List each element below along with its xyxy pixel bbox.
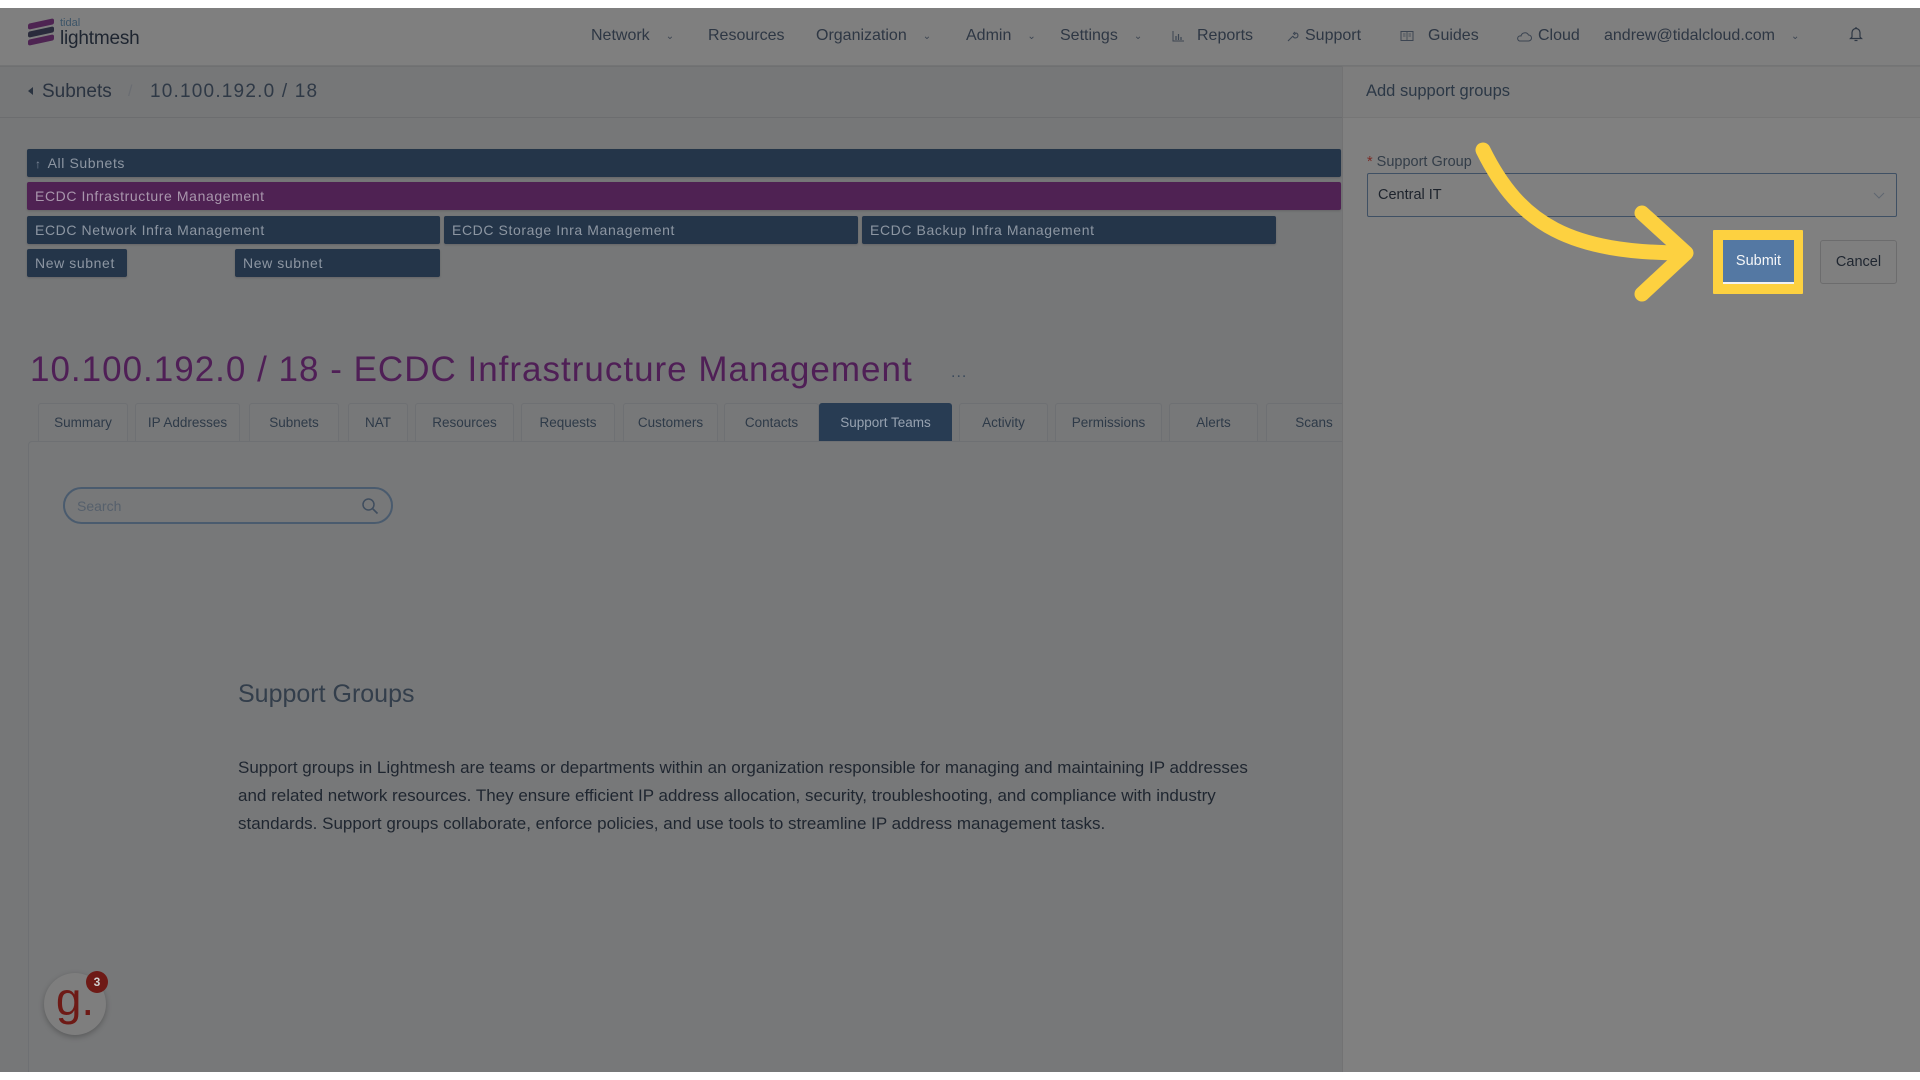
support-group-selected-value: Central IT	[1378, 187, 1442, 203]
breadcrumb: Subnets / 10.100.192.0 / 18	[0, 66, 1342, 118]
arrow-up-icon: ↑	[35, 157, 42, 171]
add-support-groups-drawer: Add support groups * Support Group Centra…	[1342, 66, 1920, 1072]
tab-support-teams[interactable]: Support Teams	[819, 403, 952, 441]
breadcrumb-separator: /	[128, 83, 133, 100]
user-menu[interactable]: andrew@tidalcloud.com ⌄	[1604, 27, 1799, 45]
nav-guides-label: Guides	[1428, 27, 1479, 44]
tab-alerts[interactable]: Alerts	[1169, 403, 1258, 441]
search-field[interactable]	[63, 487, 393, 524]
all-subnets-label: All Subnets	[47, 155, 126, 171]
nav-cloud-label: Cloud	[1538, 27, 1580, 44]
tab-ip-addresses[interactable]: IP Addresses	[135, 403, 240, 441]
nav-settings[interactable]: Settings ⌄	[1060, 27, 1142, 45]
nav-support[interactable]: Support	[1286, 27, 1361, 45]
lightmesh-logo[interactable]: tidal lightmesh	[28, 18, 140, 48]
cloud-icon	[1517, 31, 1532, 41]
logo-big-text: lightmesh	[60, 28, 140, 49]
page-title: 10.100.192.0 / 18 - ECDC Infrastructure …	[30, 350, 913, 389]
selected-subnet-bar[interactable]: ECDC Infrastructure Management	[27, 182, 1341, 210]
nav-guides[interactable]: Guides	[1400, 27, 1479, 45]
breadcrumb-subnets-link[interactable]: Subnets	[42, 81, 112, 103]
bell-icon[interactable]	[1848, 25, 1864, 43]
child-subnet-bar[interactable]: ECDC Storage Inra Management	[444, 216, 858, 244]
required-marker: *	[1367, 154, 1373, 170]
chevron-down-icon: ⌄	[665, 30, 675, 42]
app-window: tidal lightmesh Network ⌄ Resources Orga…	[0, 8, 1920, 1072]
chevron-down-icon: ⌄	[1133, 30, 1143, 42]
nav-reports-label: Reports	[1197, 27, 1254, 44]
breadcrumb-current: 10.100.192.0 / 18	[150, 81, 319, 102]
tab-requests[interactable]: Requests	[521, 403, 615, 441]
wrench-icon	[1287, 31, 1299, 41]
top-nav-bar: tidal lightmesh Network ⌄ Resources Orga…	[0, 8, 1920, 66]
tab-customers[interactable]: Customers	[623, 403, 718, 441]
support-group-label: * Support Group	[1367, 154, 1472, 170]
submit-button[interactable]: Submit	[1723, 240, 1794, 284]
search-icon[interactable]	[361, 497, 379, 515]
drawer-header: Add support groups	[1343, 66, 1920, 118]
drawer-title: Add support groups	[1366, 82, 1511, 100]
main-content: ↑ All Subnets ECDC Infrastructure Managem…	[0, 118, 1362, 1072]
user-email: andrew@tidalcloud.com	[1604, 27, 1775, 44]
tab-subnets[interactable]: Subnets	[249, 403, 339, 441]
chevron-down-icon: ⌄	[1027, 30, 1036, 42]
nav-network-label: Network	[591, 27, 650, 44]
nav-network[interactable]: Network ⌄	[591, 27, 674, 45]
nav-support-label: Support	[1305, 27, 1362, 44]
nav-organization[interactable]: Organization ⌄	[816, 27, 931, 45]
tab-nat[interactable]: NAT	[348, 403, 408, 441]
tab-permissions[interactable]: Permissions	[1055, 403, 1162, 441]
cancel-button[interactable]: Cancel	[1820, 240, 1897, 284]
chevron-down-icon	[1873, 192, 1885, 199]
tab-activity[interactable]: Activity	[959, 403, 1048, 441]
nav-settings-label: Settings	[1060, 27, 1118, 44]
grammarly-badge: 3	[86, 971, 108, 993]
support-teams-panel: Support Groups Support groups in Lightme…	[28, 441, 1342, 1072]
nav-reports[interactable]: Reports	[1172, 27, 1253, 45]
chevron-down-icon: ⌄	[922, 30, 932, 42]
new-subnet-bar[interactable]: New subnet	[27, 249, 127, 277]
bar-chart-icon	[1172, 31, 1184, 42]
more-options-icon[interactable]: ...	[951, 364, 967, 382]
child-subnet-bar[interactable]: ECDC Network Infra Management	[27, 216, 440, 244]
empty-state-title: Support Groups	[238, 680, 415, 708]
child-subnet-bar[interactable]: ECDC Backup Infra Management	[862, 216, 1276, 244]
nav-admin-label: Admin	[966, 27, 1012, 44]
nav-resources[interactable]: Resources	[708, 27, 784, 45]
support-group-select[interactable]: Central IT	[1367, 173, 1897, 217]
tab-summary[interactable]: Summary	[38, 403, 128, 441]
empty-state-description: Support groups in Lightmesh are teams or…	[238, 758, 1248, 833]
back-caret-icon[interactable]	[28, 87, 33, 95]
tab-contacts[interactable]: Contacts	[724, 403, 819, 441]
tab-resources[interactable]: Resources	[415, 403, 514, 441]
nav-cloud[interactable]: Cloud	[1516, 27, 1580, 45]
new-subnet-bar[interactable]: New subnet	[235, 249, 440, 277]
all-subnets-bar[interactable]: ↑ All Subnets	[27, 149, 1341, 177]
nav-organization-label: Organization	[816, 27, 907, 44]
chevron-down-icon: ⌄	[1791, 30, 1800, 42]
book-icon	[1400, 31, 1414, 41]
nav-resources-label: Resources	[708, 27, 785, 44]
support-group-label-text: Support Group	[1376, 154, 1472, 170]
nav-admin[interactable]: Admin ⌄	[966, 27, 1036, 45]
search-input[interactable]	[77, 496, 347, 516]
logo-mark-icon	[28, 18, 54, 46]
